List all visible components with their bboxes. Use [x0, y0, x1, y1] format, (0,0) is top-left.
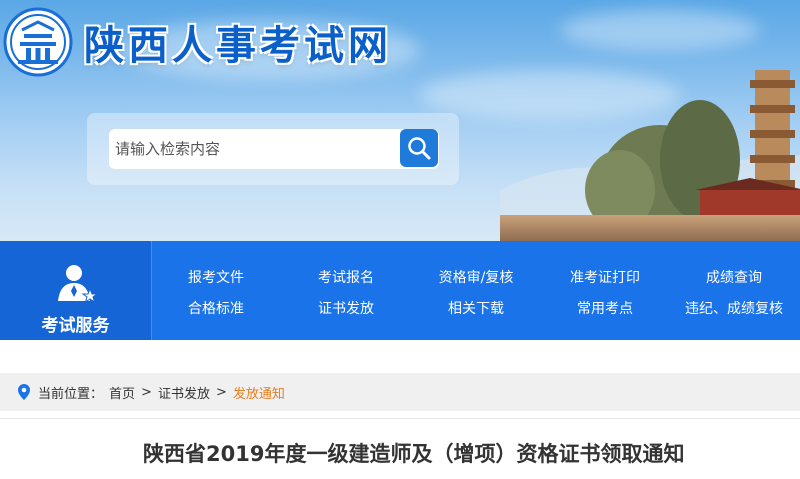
- breadcrumb-separator: >: [215, 384, 227, 400]
- search-icon: [408, 137, 431, 160]
- pagoda-scenery-image: [500, 70, 800, 241]
- breadcrumb-separator: >: [141, 384, 152, 400]
- main-navbar: 考试服务 报考文件 考试报名 资格审/复核 准考证打印 成绩查询 合格标准 证书…: [0, 241, 800, 340]
- mountain-gate-logo: [3, 7, 73, 77]
- search-container: [87, 113, 459, 185]
- person-star-icon: [57, 265, 98, 304]
- nav-item-downloads[interactable]: 相关下载: [448, 298, 504, 318]
- exam-service-label: 考试服务: [41, 316, 110, 336]
- breadcrumb-current-link[interactable]: 发放通知: [233, 383, 285, 402]
- nav-item-exam-registration[interactable]: 考试报名: [318, 267, 374, 287]
- nav-item-admission-ticket[interactable]: 准考证打印: [570, 267, 640, 287]
- exam-service-section[interactable]: 考试服务: [0, 241, 152, 340]
- header-banner: 陕西人事考试网: [0, 0, 800, 241]
- location-pin-icon: [18, 384, 30, 400]
- breadcrumb-label: 当前位置：: [38, 386, 104, 402]
- site-logo-link[interactable]: 陕西人事考试网: [2, 6, 392, 78]
- breadcrumb-home-link[interactable]: 首页: [109, 383, 135, 402]
- search-button[interactable]: [400, 129, 438, 167]
- nav-item-certificate-issuance[interactable]: 证书发放: [318, 298, 374, 318]
- nav-item-passing-standard[interactable]: 合格标准: [188, 298, 244, 318]
- site-title: 陕西人事考试网: [84, 23, 392, 69]
- nav-item-score-query[interactable]: 成绩查询: [706, 267, 762, 287]
- content-divider: [0, 418, 800, 419]
- article-title: 陕西省2019年度一级建造师及（增项）资格证书领取通知: [143, 442, 685, 466]
- nav-links-grid: 报考文件 考试报名 资格审/复核 准考证打印 成绩查询 合格标准 证书发放 相关…: [152, 241, 800, 340]
- nav-item-exam-documents[interactable]: 报考文件: [188, 267, 244, 287]
- nav-item-exam-sites[interactable]: 常用考点: [577, 298, 633, 318]
- breadcrumb: 当前位置： 首页 > 证书发放 > 发放通知: [0, 373, 800, 411]
- search-input[interactable]: [109, 129, 439, 169]
- nav-item-qualification-review[interactable]: 资格审/复核: [439, 267, 514, 287]
- breadcrumb-certificate-link[interactable]: 证书发放: [158, 383, 210, 402]
- nav-item-violation-review[interactable]: 违纪、成绩复核: [685, 298, 783, 318]
